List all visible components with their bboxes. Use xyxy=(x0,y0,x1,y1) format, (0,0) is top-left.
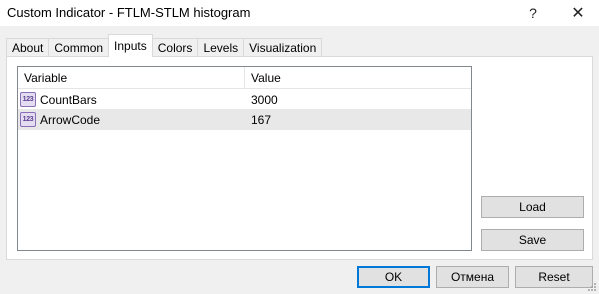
tab-about[interactable]: About xyxy=(6,38,50,57)
tab-common[interactable]: Common xyxy=(48,38,110,57)
column-header-value[interactable]: Value xyxy=(245,67,471,88)
grid-row[interactable]: 123 CountBars 3000 xyxy=(18,89,471,110)
column-header-variable[interactable]: Variable xyxy=(18,67,245,88)
variable-cell[interactable]: 123 ArrowCode xyxy=(18,109,245,130)
variable-cell[interactable]: 123 CountBars xyxy=(18,89,245,110)
help-button[interactable]: ? xyxy=(516,0,550,26)
reset-button[interactable]: Reset xyxy=(515,266,593,288)
tab-strip: About Common Inputs Colors Levels Visual… xyxy=(6,34,323,57)
icon-label: 123 xyxy=(22,96,34,103)
ok-button[interactable]: OK xyxy=(357,266,430,288)
icon-label: 123 xyxy=(22,116,34,123)
grid-row-selected[interactable]: 123 ArrowCode 167 xyxy=(18,109,471,130)
tab-visualization[interactable]: Visualization xyxy=(243,38,323,57)
inputs-grid[interactable]: Variable Value 123 CountBars 3000 123 Ar… xyxy=(17,66,472,251)
grid-header: Variable Value xyxy=(18,67,471,89)
value-cell[interactable]: 167 xyxy=(245,109,471,130)
cancel-button[interactable]: Отмена xyxy=(436,266,509,288)
save-button[interactable]: Save xyxy=(481,229,584,251)
title-bar: Custom Indicator - FTLM-STLM histogram ?… xyxy=(0,0,599,26)
variable-name: ArrowCode xyxy=(40,112,101,127)
tab-levels[interactable]: Levels xyxy=(197,38,245,57)
value-cell[interactable]: 3000 xyxy=(245,89,471,110)
close-button[interactable]: ✕ xyxy=(561,0,595,26)
load-button[interactable]: Load xyxy=(481,196,584,218)
integer-param-icon: 123 xyxy=(20,112,36,127)
tab-inputs[interactable]: Inputs xyxy=(108,34,153,57)
variable-name: CountBars xyxy=(40,92,97,107)
tab-colors[interactable]: Colors xyxy=(151,38,199,57)
window-title: Custom Indicator - FTLM-STLM histogram xyxy=(7,5,251,20)
integer-param-icon: 123 xyxy=(20,92,36,107)
resize-grip-icon[interactable] xyxy=(587,282,597,292)
